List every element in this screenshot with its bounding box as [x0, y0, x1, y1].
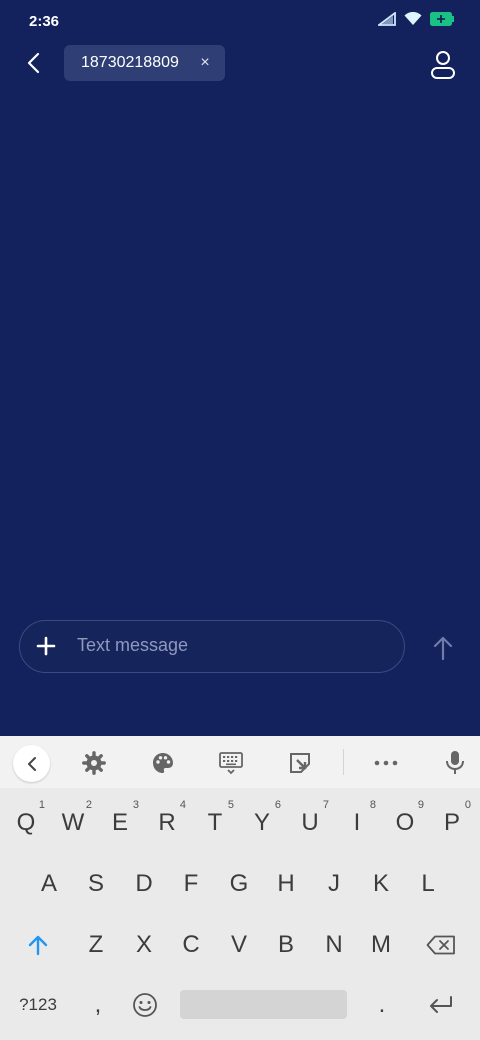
- status-time: 2:36: [29, 13, 60, 30]
- wifi-icon: [404, 12, 422, 25]
- symbols-key[interactable]: ?123: [16, 980, 60, 1030]
- key-w[interactable]: W2: [53, 798, 93, 848]
- enter-key[interactable]: [421, 980, 461, 1030]
- shift-key[interactable]: [18, 920, 58, 970]
- spacebar-key[interactable]: [180, 990, 347, 1019]
- key-hint: 3: [132, 799, 139, 811]
- key-y[interactable]: Y6: [242, 798, 282, 848]
- send-arrow-icon[interactable]: [430, 634, 456, 662]
- key-m[interactable]: M: [361, 920, 401, 970]
- signal-icon: [378, 12, 396, 26]
- key-label: Y: [253, 809, 270, 836]
- chevron-left-icon: [27, 756, 36, 771]
- clipboard-button[interactable]: [286, 750, 314, 776]
- key-label: Q: [16, 809, 36, 836]
- key-label: R: [158, 809, 176, 836]
- backspace-key[interactable]: [421, 920, 461, 970]
- key-label: E: [111, 809, 128, 836]
- status-bar: 2:36: [0, 0, 480, 44]
- palette-icon: [153, 753, 173, 773]
- toolbar-divider: [343, 749, 344, 775]
- more-dots-icon: [374, 760, 398, 766]
- more-options-button[interactable]: [372, 750, 400, 776]
- key-h[interactable]: H: [266, 859, 306, 909]
- key-label: O: [395, 809, 415, 836]
- key-hint: 6: [274, 799, 281, 811]
- keyboard-layout-button[interactable]: [217, 750, 245, 776]
- keyboard-toolbar: [0, 736, 480, 788]
- key-d[interactable]: D: [124, 859, 164, 909]
- key-p[interactable]: P0: [432, 798, 472, 848]
- person-outline-icon: [431, 51, 455, 79]
- key-n[interactable]: N: [314, 920, 354, 970]
- key-u[interactable]: U7: [290, 798, 330, 848]
- key-t[interactable]: T5: [195, 798, 235, 848]
- enter-return-icon: [430, 996, 452, 1013]
- key-f[interactable]: F: [171, 859, 211, 909]
- shift-arrow-icon: [28, 935, 48, 956]
- key-j[interactable]: J: [314, 859, 354, 909]
- microphone-icon: [446, 751, 464, 774]
- key-o[interactable]: O9: [385, 798, 425, 848]
- status-icons: [378, 12, 454, 26]
- key-a[interactable]: A: [29, 859, 69, 909]
- remove-recipient-icon[interactable]: ×: [197, 53, 213, 73]
- back-button[interactable]: [18, 48, 48, 78]
- key-q[interactable]: Q1: [6, 798, 46, 848]
- key-label: W: [61, 809, 85, 836]
- key-hint: 7: [322, 799, 329, 811]
- key-hint: 0: [464, 799, 471, 811]
- message-composer[interactable]: Text message: [19, 620, 405, 673]
- recipient-number: 18730218809: [81, 54, 179, 71]
- key-v[interactable]: V: [219, 920, 259, 970]
- battery-icon: [430, 12, 454, 26]
- key-s[interactable]: S: [76, 859, 116, 909]
- key-r[interactable]: R4: [147, 798, 187, 848]
- key-hint: 9: [417, 799, 424, 811]
- key-hint: 1: [38, 799, 45, 811]
- keyboard-icon: [219, 752, 243, 775]
- key-e[interactable]: E3: [100, 798, 140, 848]
- key-label: P: [443, 809, 460, 836]
- key-label: T: [207, 809, 223, 836]
- key-k[interactable]: K: [361, 859, 401, 909]
- backspace-icon: [426, 935, 455, 955]
- clipboard-icon: [290, 753, 310, 773]
- emoji-smile-icon: [133, 993, 157, 1017]
- key-b[interactable]: B: [266, 920, 306, 970]
- soft-keyboard: Q1 W2 E3 R4 T5 Y6 U7 I8 O9 P0 A S D F G …: [0, 736, 480, 1040]
- key-hint: 5: [227, 799, 234, 811]
- key-l[interactable]: L: [408, 859, 448, 909]
- toolbar-collapse-button[interactable]: [13, 745, 50, 782]
- key-hint: 8: [369, 799, 376, 811]
- text-message-input[interactable]: Text message: [77, 635, 188, 656]
- key-label: I: [353, 809, 361, 836]
- comma-key[interactable]: ,: [78, 980, 118, 1030]
- key-label: U: [301, 809, 319, 836]
- theme-palette-button[interactable]: [149, 750, 177, 776]
- key-c[interactable]: C: [171, 920, 211, 970]
- key-g[interactable]: G: [219, 859, 259, 909]
- emoji-key[interactable]: [125, 980, 165, 1030]
- recipient-chip[interactable]: 18730218809 ×: [64, 45, 225, 81]
- key-hint: 4: [179, 799, 186, 811]
- plus-icon[interactable]: [34, 634, 58, 658]
- key-hint: 2: [85, 799, 92, 811]
- contact-button[interactable]: [428, 48, 458, 80]
- settings-gear-icon: [82, 751, 106, 775]
- chevron-left-icon: [27, 52, 40, 74]
- voice-input-button[interactable]: [441, 750, 469, 776]
- conversation-header: 18730218809 ×: [0, 44, 480, 84]
- key-z[interactable]: Z: [76, 920, 116, 970]
- key-x[interactable]: X: [124, 920, 164, 970]
- settings-gear-button[interactable]: [80, 750, 108, 776]
- key-i[interactable]: I8: [337, 798, 377, 848]
- period-key[interactable]: .: [362, 980, 402, 1030]
